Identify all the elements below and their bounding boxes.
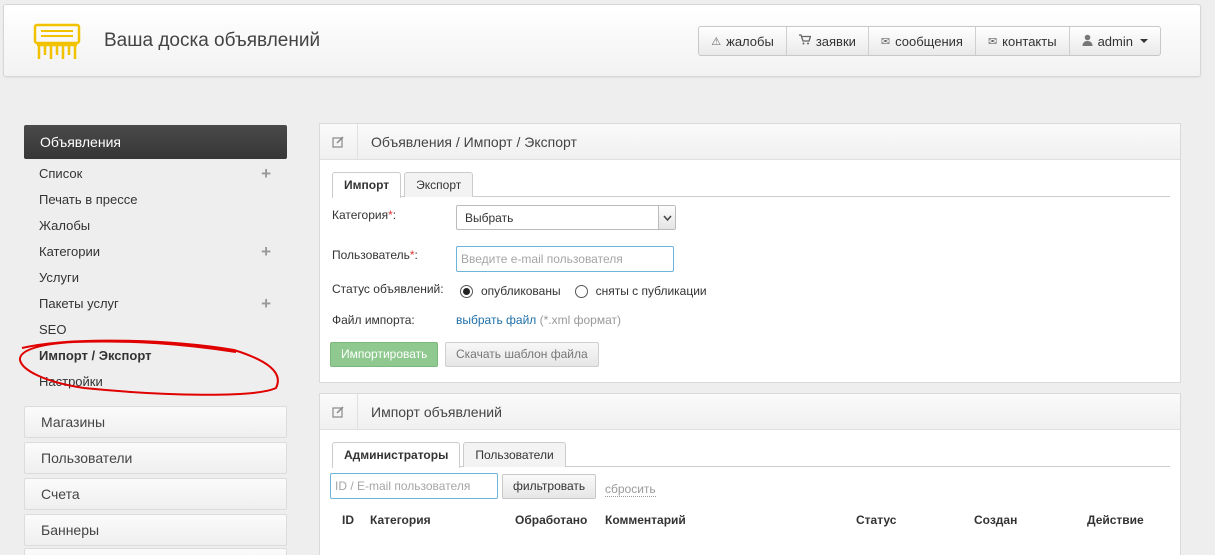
sidebar-item-list[interactable]: Список + [39, 161, 279, 187]
sidebar-group-shops[interactable]: Магазины [24, 406, 287, 438]
top-header: Ваша доска объявлений ⚠ жалобы заявки ✉ … [3, 4, 1201, 77]
tab-export[interactable]: Экспорт [404, 172, 474, 197]
sidebar-group-next[interactable] [24, 548, 287, 555]
sidebar-group-banners[interactable]: Баннеры [24, 514, 287, 546]
sidebar-item-services[interactable]: Услуги [39, 265, 279, 291]
sidebar-section-listings[interactable]: Объявления [24, 125, 287, 159]
status-published-radio[interactable] [460, 284, 473, 298]
chevron-down-icon [1140, 39, 1148, 43]
admin-label: admin [1097, 33, 1133, 49]
sidebar-item-label: Импорт / Экспорт [39, 348, 152, 363]
sidebar-item-categories[interactable]: Категории + [39, 239, 279, 265]
edit-icon [320, 394, 358, 429]
sidebar-item-press-print[interactable]: Печать в прессе [39, 187, 279, 213]
top-navigation: ⚠ жалобы заявки ✉ сообщения ✉ контакты a… [698, 26, 1161, 56]
status-published-label: опубликованы [481, 284, 561, 298]
warning-icon: ⚠ [711, 35, 722, 48]
tab-import[interactable]: Импорт [332, 172, 402, 198]
sidebar-item-complaints[interactable]: Жалобы [39, 213, 279, 239]
user-icon [1082, 34, 1093, 49]
panel-title: Объявления / Импорт / Экспорт [371, 134, 577, 150]
user-label: Пользователь*: [332, 248, 418, 262]
tab-users[interactable]: Пользователи [463, 442, 566, 467]
column-header-action[interactable]: Действие [1087, 513, 1144, 527]
column-header-id[interactable]: ID [342, 513, 354, 527]
import-list-panel: Импорт объявлений Администраторы Пользов… [319, 393, 1181, 555]
sidebar-item-seo[interactable]: SEO [39, 317, 279, 343]
requests-label: заявки [815, 33, 856, 49]
category-label: Категория*: [332, 208, 397, 222]
plus-icon[interactable]: + [261, 291, 271, 317]
admin-menu-button[interactable]: admin [1068, 27, 1160, 55]
complaints-label: жалобы [726, 33, 774, 49]
category-select[interactable]: Выбрать [456, 205, 676, 230]
status-radio-group: опубликованы сняты с публикации [460, 284, 707, 298]
import-export-panel: Объявления / Импорт / Экспорт Импорт Экс… [319, 123, 1181, 383]
requests-button[interactable]: заявки [785, 27, 868, 55]
column-header-created[interactable]: Создан [974, 513, 1017, 527]
column-header-category[interactable]: Категория [370, 513, 431, 527]
chevron-down-icon[interactable] [658, 206, 675, 229]
file-label: Файл импорта: [332, 313, 415, 327]
sidebar-group-bills[interactable]: Счета [24, 478, 287, 510]
column-header-comment[interactable]: Комментарий [605, 513, 686, 527]
sidebar-item-label: Категории [39, 244, 100, 259]
import-button[interactable]: Импортировать [330, 342, 439, 367]
sidebar-menu: Список + Печать в прессе Жалобы Категори… [39, 161, 279, 395]
logo-icon[interactable] [32, 19, 82, 63]
tab-administrators[interactable]: Администраторы [332, 442, 461, 468]
sidebar-item-label: Жалобы [39, 218, 91, 233]
site-title[interactable]: Ваша доска объявлений [104, 30, 320, 52]
user-email-input[interactable] [456, 246, 674, 272]
status-unpublished-radio[interactable] [574, 284, 588, 298]
reset-filter-link[interactable]: сбросить [605, 482, 656, 497]
panel-title: Импорт объявлений [371, 404, 502, 420]
sidebar-item-service-packages[interactable]: Пакеты услуг + [39, 291, 279, 317]
messages-label: сообщения [895, 33, 963, 49]
sidebar-item-label: Список [39, 166, 83, 181]
complaints-button[interactable]: ⚠ жалобы [699, 27, 786, 55]
user-label-text: Пользователь [332, 248, 410, 262]
sidebar-item-label: Услуги [39, 270, 79, 285]
sidebar-group-users[interactable]: Пользователи [24, 442, 287, 474]
column-header-status[interactable]: Статус [856, 513, 896, 527]
cart-icon [798, 34, 812, 48]
status-unpublished-label: сняты с публикации [595, 284, 707, 298]
sidebar-item-label: SEO [39, 322, 67, 337]
sidebar-item-label: Пакеты услуг [39, 296, 119, 311]
filter-button[interactable]: фильтровать [502, 474, 597, 499]
category-select-value: Выбрать [465, 211, 514, 225]
envelope-icon: ✉ [987, 35, 998, 48]
plus-icon[interactable]: + [261, 239, 271, 265]
category-label-text: Категория [332, 208, 389, 222]
import-export-tabs: Импорт Экспорт [332, 172, 1170, 198]
plus-icon[interactable]: + [261, 161, 271, 187]
panel-header: Импорт объявлений [320, 394, 1180, 430]
status-label: Статус объявлений: [332, 282, 444, 296]
envelope-icon: ✉ [880, 35, 891, 48]
download-template-button[interactable]: Скачать шаблон файла [445, 342, 599, 367]
sidebar-item-label: Печать в прессе [39, 192, 138, 207]
contacts-label: контакты [1002, 33, 1057, 49]
sidebar-item-label: Настройки [39, 374, 103, 389]
edit-icon [320, 124, 358, 159]
sidebar-item-settings[interactable]: Настройки [39, 369, 279, 395]
messages-button[interactable]: ✉ сообщения [867, 27, 975, 55]
column-header-processed[interactable]: Обработано [515, 513, 587, 527]
file-chooser: выбрать файл (*.xml формат) [456, 313, 621, 327]
sidebar-item-import-export[interactable]: Импорт / Экспорт [39, 343, 279, 369]
file-format-hint: (*.xml формат) [539, 313, 622, 327]
user-type-tabs: Администраторы Пользователи [332, 442, 1170, 468]
choose-file-link[interactable]: выбрать файл [456, 313, 536, 327]
user-filter-input[interactable] [330, 473, 498, 499]
panel-header: Объявления / Импорт / Экспорт [320, 124, 1180, 160]
contacts-button[interactable]: ✉ контакты [974, 27, 1069, 55]
